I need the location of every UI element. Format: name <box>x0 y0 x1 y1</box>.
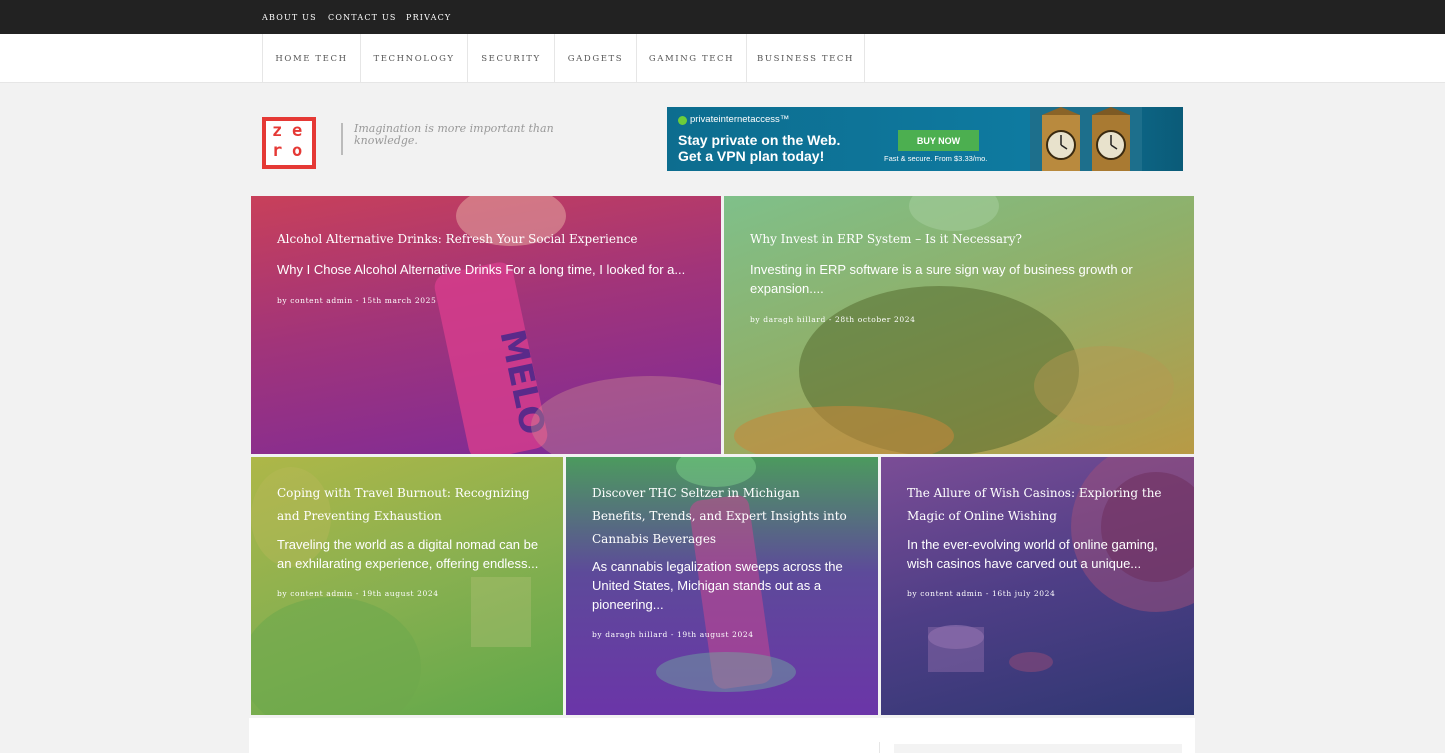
topbar-link-privacy[interactable]: Privacy <box>406 13 451 22</box>
topbar-link-contact[interactable]: Contact Us <box>328 13 397 22</box>
post-meta: by daragh hillard - 28th october 2024 <box>750 315 916 324</box>
ad-headline-1: Stay private on the Web. <box>678 132 841 148</box>
sidebar-divider <box>879 742 880 753</box>
post-card-travel-burnout[interactable]: Coping with Travel Burnout: Recognizing … <box>251 457 563 715</box>
nav-item-gaming-tech[interactable]: Gaming Tech <box>636 34 746 83</box>
post-meta: by content admin - 16th july 2024 <box>907 589 1056 598</box>
sidebar-widget <box>894 744 1182 753</box>
big-ben-icon <box>1030 107 1142 171</box>
nav-item-technology[interactable]: Technology <box>360 34 467 83</box>
logo-letter-r: r <box>272 141 283 161</box>
ad-brand: privateinternetaccess™ <box>690 114 790 125</box>
post-excerpt: Traveling the world as a digital nomad c… <box>277 537 539 571</box>
post-title[interactable]: Coping with Travel Burnout: Recognizing … <box>277 482 547 528</box>
post-excerpt: As cannabis legalization sweeps across t… <box>592 559 843 612</box>
pia-logo-icon <box>678 116 687 125</box>
vpn-ad-banner[interactable]: privateinternetaccess™ Stay private on t… <box>667 107 1183 171</box>
post-excerpt: Why I Chose Alcohol Alternative Drinks F… <box>277 262 686 277</box>
logo-letter-e: e <box>292 121 303 141</box>
post-title[interactable]: Why Invest in ERP System – Is it Necessa… <box>750 228 1170 251</box>
logo-inner: z e r o <box>266 121 312 165</box>
nav-item-business-tech[interactable]: Business Tech <box>746 34 864 83</box>
ad-buy-now-button[interactable]: BUY NOW <box>898 130 979 151</box>
nav-item-home-tech[interactable]: Home Tech <box>262 34 360 83</box>
post-excerpt: In the ever-evolving world of online gam… <box>907 537 1158 571</box>
post-card-alcohol-alternative[interactable]: MELO Alcohol Alternative Drinks: Refresh… <box>251 196 721 454</box>
post-meta: by content admin - 19th august 2024 <box>277 589 439 598</box>
site-tagline: Imagination is more important than knowl… <box>354 122 554 147</box>
post-title[interactable]: Discover THC Seltzer in Michigan Benefit… <box>592 482 852 551</box>
post-meta: by daragh hillard - 19th august 2024 <box>592 630 754 639</box>
post-card-wish-casinos[interactable]: The Allure of Wish Casinos: Exploring th… <box>881 457 1194 715</box>
ad-headline-2: Get a VPN plan today! <box>678 148 825 164</box>
logo-letter-o: o <box>292 141 303 161</box>
post-meta: by content admin - 15th march 2025 <box>277 296 437 305</box>
tagline-divider <box>341 123 343 155</box>
logo-letter-z: z <box>272 121 283 141</box>
top-bar: About Us Contact Us Privacy <box>0 0 1445 34</box>
post-title[interactable]: Alcohol Alternative Drinks: Refresh Your… <box>277 228 697 251</box>
nav-divider <box>864 34 865 83</box>
nav-item-security[interactable]: Security <box>467 34 554 83</box>
nav-item-gadgets[interactable]: Gadgets <box>554 34 636 83</box>
main-nav: Home Tech Technology Security Gadgets Ga… <box>0 34 1445 83</box>
site-logo[interactable]: z e r o <box>262 117 316 169</box>
post-title[interactable]: The Allure of Wish Casinos: Exploring th… <box>907 482 1172 528</box>
ad-small-print: Fast & secure. From $3.33/mo. <box>884 154 988 163</box>
post-card-erp-system[interactable]: Why Invest in ERP System – Is it Necessa… <box>724 196 1194 454</box>
post-excerpt: Investing in ERP software is a sure sign… <box>750 262 1133 296</box>
topbar-link-about[interactable]: About Us <box>262 13 317 22</box>
post-card-thc-seltzer[interactable]: Discover THC Seltzer in Michigan Benefit… <box>566 457 878 715</box>
